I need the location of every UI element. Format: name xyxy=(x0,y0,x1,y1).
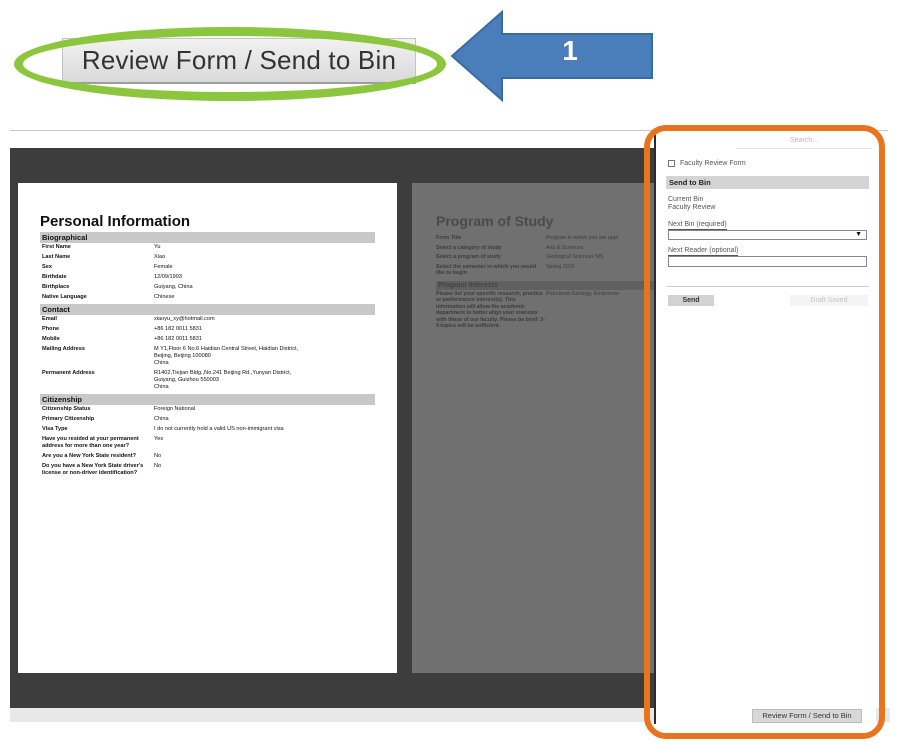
field-row: Email xiaoyu_xy@hotmail.com xyxy=(40,315,375,325)
field-label: Native Language xyxy=(42,294,87,300)
field-value: No xyxy=(154,453,162,459)
field-value: Yu xyxy=(154,244,161,250)
field-value: M Y1,Floor 6 No.6 Haidian Central Street… xyxy=(154,346,299,366)
field-value: Guiyang, China xyxy=(154,284,193,290)
app-top-divider xyxy=(10,130,888,131)
field-label: Do you have a New York State driver's li… xyxy=(42,463,144,476)
section-header: Citizenship xyxy=(40,394,375,405)
review-form-send-to-bin-button-zoomed[interactable]: Review Form / Send to Bin xyxy=(62,38,416,84)
field-label: Select a program of study xyxy=(436,254,502,260)
checkbox-label: Faculty Review Form xyxy=(680,160,746,167)
field-value: No xyxy=(154,463,162,469)
field-label: Birthplace xyxy=(42,284,70,290)
field-row: Citizenship Status Foreign National xyxy=(40,405,375,415)
field-row: Please list your specific research, prac… xyxy=(436,290,654,332)
screenshot-stage: Review Form / Send to Bin 1 Personal Inf… xyxy=(0,0,898,746)
field-label: Visa Type xyxy=(42,426,68,432)
section-header: Program Interests xyxy=(436,280,654,290)
page-title: Personal Information xyxy=(40,213,191,230)
field-row: Birthdate 12/09/1993 xyxy=(40,273,375,283)
field-value: Yes xyxy=(154,436,164,442)
next-bin-select[interactable]: ▼ xyxy=(668,230,867,240)
search-input[interactable]: Search... xyxy=(736,137,872,149)
field-value: +86 182 0011 5831 xyxy=(154,326,202,332)
field-row: Select the semester in which you would l… xyxy=(436,263,654,279)
field-row: Permanent Address R1402,Tiejian Bldg.,No.… xyxy=(40,369,375,393)
program-of-study-page: Program of Study Form Title Program to wh… xyxy=(412,183,654,673)
field-value: Arts & Sciences xyxy=(546,244,584,251)
field-label: Birthdate xyxy=(42,274,67,280)
field-value: 12/09/1993 xyxy=(154,274,182,280)
field-value: xiaoyu_xy@hotmail.com xyxy=(154,316,215,322)
field-label: Primary Citizenship xyxy=(42,416,95,422)
field-label: Email xyxy=(42,316,57,322)
field-row: Have you resided at your permanent addre… xyxy=(40,435,375,452)
field-label: Permanent Address xyxy=(42,370,95,376)
field-label: Please list your specific research, prac… xyxy=(436,290,546,330)
field-label: Mailing Address xyxy=(42,346,85,352)
send-to-bin-panel: Search... Faculty Review Form Send to Bi… xyxy=(654,134,876,724)
current-bin-info: Current Bin Faculty Review xyxy=(668,196,715,212)
field-row: Birthplace Guiyang, China xyxy=(40,283,375,293)
draft-saved-button: Draft Saved xyxy=(790,295,868,306)
faculty-review-form-option[interactable]: Faculty Review Form xyxy=(668,160,746,167)
field-value: Program to which you are appl xyxy=(546,235,618,241)
field-value: Petroleum Geology, Environme xyxy=(546,290,620,297)
field-label: Sex xyxy=(42,264,52,270)
next-reader-input[interactable] xyxy=(668,256,867,267)
field-label: Citizenship Status xyxy=(42,406,91,412)
field-value: Chinese xyxy=(154,294,175,300)
current-bin-value: Faculty Review xyxy=(668,204,716,211)
field-label: Mobile xyxy=(42,336,60,342)
field-row: Mailing Address M Y1,Floor 6 No.6 Haidian… xyxy=(40,345,375,369)
send-to-bin-header: Send to Bin xyxy=(666,176,869,189)
field-label: Phone xyxy=(42,326,60,332)
field-row: Select a program of study Geological Scie… xyxy=(436,253,654,263)
page-title: Program of Study xyxy=(436,213,554,229)
field-row: Visa Type I do not currently hold a valid… xyxy=(40,425,375,435)
field-label: Select a category of study xyxy=(436,244,502,251)
field-row: First Name Yu xyxy=(40,243,375,253)
field-row: Primary Citizenship China xyxy=(40,415,375,425)
field-label: Form Title xyxy=(436,235,462,241)
field-label: Have you resided at your permanent addre… xyxy=(42,436,139,449)
field-row: Phone +86 182 0011 5831 xyxy=(40,325,375,335)
send-button[interactable]: Send xyxy=(668,295,714,306)
next-bin-label: Next Bin (required) xyxy=(668,221,727,230)
field-value: Spring 2016 xyxy=(546,263,575,270)
field-value: R1402,Tiejian Bldg.,No.241 Beijing Rd.,Y… xyxy=(154,370,292,390)
field-row: Are you a New York State resident? No xyxy=(40,452,375,462)
field-row: Form Title Program to which you are appl xyxy=(436,234,654,244)
field-value: China xyxy=(154,416,169,422)
field-row: Select a category of study Arts & Science… xyxy=(436,244,654,254)
checkbox-icon[interactable] xyxy=(668,160,675,167)
field-label: Are you a New York State resident? xyxy=(42,453,136,459)
section-header: Biographical xyxy=(40,232,375,243)
panel-divider xyxy=(666,286,869,287)
field-label: Last Name xyxy=(42,254,71,260)
field-value: Xiao xyxy=(154,254,166,260)
field-row: Do you have a New York State driver's li… xyxy=(40,462,375,479)
field-value: Foreign National xyxy=(154,406,196,412)
field-value: +86 182 0011 5831 xyxy=(154,336,202,342)
section-header: Contact xyxy=(40,304,375,315)
field-row: Sex Female xyxy=(40,263,375,273)
personal-information-page: Personal Information Biographical First … xyxy=(18,183,397,673)
field-label: Select the semester in which you would l… xyxy=(436,263,537,277)
field-row: Last Name Xiao xyxy=(40,253,375,263)
step-number-label: 1 xyxy=(562,35,578,66)
review-form-send-to-bin-button[interactable]: Review Form / Send to Bin xyxy=(752,709,862,723)
field-value: I do not currently hold a valid US non-i… xyxy=(154,426,284,432)
field-label: First Name xyxy=(42,244,71,250)
field-value: Female xyxy=(154,264,173,270)
field-row: Mobile +86 182 0011 5831 xyxy=(40,335,375,345)
chevron-down-icon: ▼ xyxy=(855,231,862,238)
next-reader-label: Next Reader (optional) xyxy=(668,247,739,256)
field-row: Native Language Chinese xyxy=(40,293,375,303)
current-bin-label: Current Bin xyxy=(668,196,704,203)
field-value: Geological Sciences MS xyxy=(546,254,604,260)
